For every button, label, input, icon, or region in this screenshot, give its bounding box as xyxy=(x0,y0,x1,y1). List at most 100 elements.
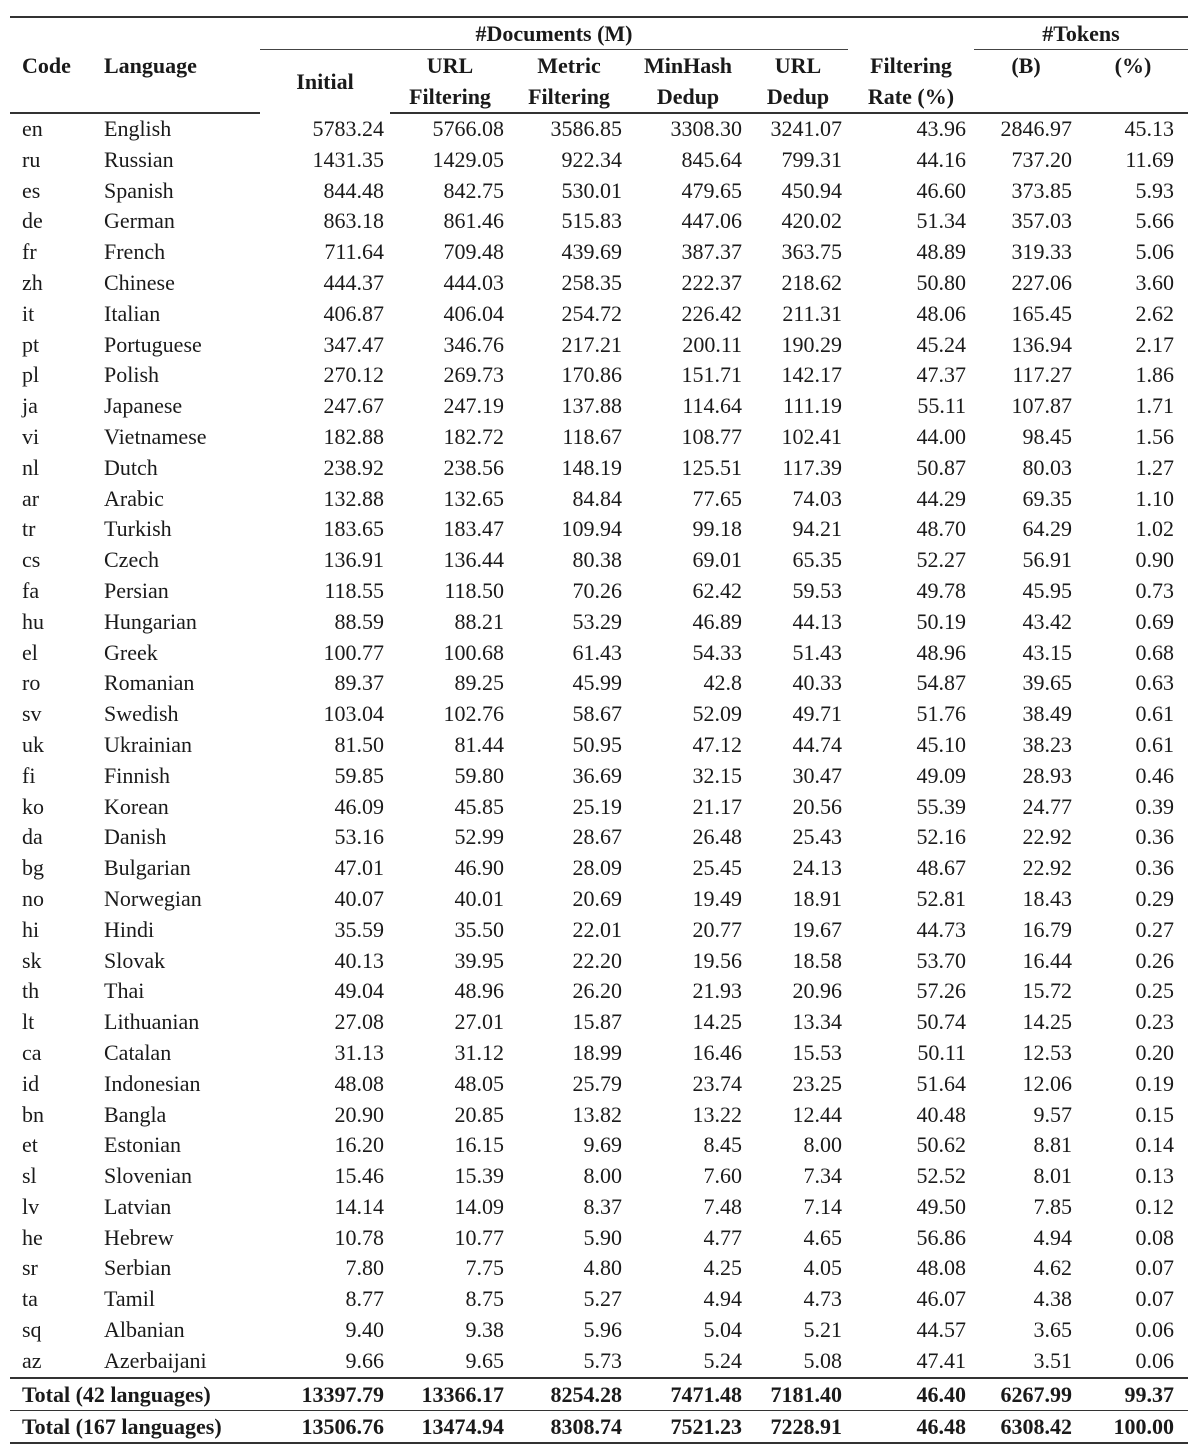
cell-minhash-dedup: 226.42 xyxy=(681,300,743,326)
header-language-blank xyxy=(92,81,260,114)
cell-url-dedup: 4.73 xyxy=(803,1286,843,1312)
cell-initial: 81.50 xyxy=(334,731,385,757)
cell-url-dedup: 142.17 xyxy=(781,362,843,388)
cell-tokens-pct: 1.71 xyxy=(1135,393,1175,419)
cell-url-dedup: 420.02 xyxy=(781,208,843,234)
table-row: ta Tamil 8.77 8.75 5.27 4.94 4.73 46.07 4.38 0.07 xyxy=(10,1284,1188,1315)
cell-code: no xyxy=(22,885,44,911)
cell-url-filtering: 10.77 xyxy=(454,1224,505,1250)
cell-metric-filtering: 5.96 xyxy=(583,1317,623,1343)
cell-url-filtering: 444.03 xyxy=(443,269,505,295)
cell-url-filtering: 88.21 xyxy=(454,608,505,634)
total-label: Total (167 languages) xyxy=(10,1409,260,1444)
cell-minhash-dedup: 14.25 xyxy=(692,1009,743,1035)
table-row: uk Ukrainian 81.50 81.44 50.95 47.12 44.74 45.1… xyxy=(10,730,1188,761)
table-row: et Estonian 16.20 16.15 9.69 8.45 8.00 50.62 8.8… xyxy=(10,1130,1188,1161)
cell-tokens-b: 15.72 xyxy=(1022,978,1073,1004)
cell-url-filtering: 1429.05 xyxy=(432,146,505,172)
cell-initial: 49.04 xyxy=(334,978,385,1004)
cell-initial: 47.01 xyxy=(334,855,385,881)
table-row: de German 863.18 861.46 515.83 447.06 420.02 51… xyxy=(10,206,1188,237)
cell-tokens-b: 136.94 xyxy=(1011,331,1073,357)
cell-language: Danish xyxy=(104,824,167,850)
cell-initial: 15.46 xyxy=(334,1163,385,1189)
cell-filtering-rate: 45.10 xyxy=(916,731,967,757)
cell-filtering-rate: 55.39 xyxy=(916,793,967,819)
cell-metric-filtering: 4.80 xyxy=(583,1255,623,1281)
cell-filtering-rate: 52.52 xyxy=(916,1163,967,1189)
cell-code: sq xyxy=(22,1317,42,1343)
cell-language: Polish xyxy=(104,362,160,388)
table-row: ru Russian 1431.35 1429.05 922.34 845.64 799.3… xyxy=(10,145,1188,176)
cell-filtering-rate: 46.60 xyxy=(916,177,967,203)
cell-code: ko xyxy=(22,793,44,819)
cell-filtering-rate: 46.07 xyxy=(916,1286,967,1312)
cell-tokens-b: 14.25 xyxy=(1022,1009,1073,1035)
cell-minhash-dedup: 13.22 xyxy=(692,1101,743,1127)
cell-url-dedup: 7.34 xyxy=(803,1163,843,1189)
cell-metric-filtering: 5.27 xyxy=(583,1286,623,1312)
cell-language: Swedish xyxy=(104,701,179,727)
table-row: sr Serbian 7.80 7.75 4.80 4.25 4.05 48.08 4.62 0.… xyxy=(10,1253,1188,1284)
header-tokens-b-blank xyxy=(974,81,1078,114)
cell-tokens-pct: 0.19 xyxy=(1135,1070,1175,1096)
cell-initial: 40.07 xyxy=(334,885,385,911)
cell-url-filtering: 89.25 xyxy=(454,670,505,696)
cell-metric-filtering: 217.21 xyxy=(561,331,623,357)
cell-url-dedup: 18.58 xyxy=(792,947,843,973)
cell-language: Turkish xyxy=(104,516,172,542)
cell-filtering-rate: 43.96 xyxy=(916,116,967,141)
cell-tokens-b: 2846.97 xyxy=(1000,116,1073,141)
cell-tokens-b: 117.27 xyxy=(1012,362,1072,388)
cell-url-filtering: 81.44 xyxy=(454,731,505,757)
cell-url-dedup: 12.44 xyxy=(792,1101,843,1127)
cell-minhash-dedup: 54.33 xyxy=(692,639,743,665)
cell-initial: 270.12 xyxy=(323,362,385,388)
cell-tokens-pct: 0.08 xyxy=(1135,1224,1175,1250)
cell-tokens-b: 28.93 xyxy=(1022,762,1073,788)
cell-minhash-dedup: 25.45 xyxy=(692,855,743,881)
cell-filtering-rate: 52.27 xyxy=(916,547,967,573)
cell-metric-filtering: 439.69 xyxy=(561,239,623,265)
cell-url-filtering: 40.01 xyxy=(454,885,505,911)
cell-filtering-rate: 51.64 xyxy=(916,1070,967,1096)
cell-code: sr xyxy=(22,1255,38,1281)
cell-tokens-pct: 0.90 xyxy=(1135,547,1175,573)
cell-url-dedup: 74.03 xyxy=(792,485,843,511)
total-filtering-rate: 46.40 xyxy=(848,1376,974,1411)
cell-url-dedup: 65.35 xyxy=(792,547,843,573)
table-row: it Italian 406.87 406.04 254.72 226.42 211.31 4… xyxy=(10,299,1188,330)
cell-code: es xyxy=(22,177,41,203)
cell-code: en xyxy=(22,116,43,141)
cell-url-dedup: 111.19 xyxy=(783,393,842,419)
cell-minhash-dedup: 42.8 xyxy=(703,670,743,696)
cell-initial: 238.92 xyxy=(323,454,385,480)
cell-initial: 406.87 xyxy=(323,300,385,326)
cell-tokens-pct: 0.12 xyxy=(1135,1193,1175,1219)
cell-initial: 9.66 xyxy=(345,1347,385,1373)
cell-tokens-pct: 11.69 xyxy=(1125,146,1175,172)
cell-metric-filtering: 118.67 xyxy=(562,423,622,449)
table-body: en English 5783.24 5766.08 3586.85 3308.30 324… xyxy=(10,113,1188,1378)
cell-filtering-rate: 53.70 xyxy=(916,947,967,973)
header-url-filtering-line2: Filtering xyxy=(390,81,510,114)
cell-initial: 118.55 xyxy=(324,577,384,603)
cell-url-filtering: 183.47 xyxy=(443,516,505,542)
cell-url-dedup: 3241.07 xyxy=(770,116,843,141)
cell-language: Finnish xyxy=(104,762,171,788)
table-row: tr Turkish 183.65 183.47 109.94 99.18 94.21 48.… xyxy=(10,514,1188,545)
header-code: Code xyxy=(22,52,71,78)
total-url-dedup: 7181.40 xyxy=(748,1376,848,1411)
cell-language: Spanish xyxy=(104,177,174,203)
cell-initial: 863.18 xyxy=(323,208,385,234)
cell-code: uk xyxy=(22,731,44,757)
cell-code: fi xyxy=(22,762,36,788)
cell-initial: 136.91 xyxy=(323,547,385,573)
cell-url-dedup: 363.75 xyxy=(781,239,843,265)
cell-minhash-dedup: 479.65 xyxy=(681,177,743,203)
cell-language: Vietnamese xyxy=(104,423,207,449)
cell-minhash-dedup: 23.74 xyxy=(692,1070,743,1096)
cell-filtering-rate: 51.76 xyxy=(916,701,967,727)
cell-tokens-pct: 0.23 xyxy=(1135,1009,1175,1035)
cell-code: cs xyxy=(22,547,41,573)
